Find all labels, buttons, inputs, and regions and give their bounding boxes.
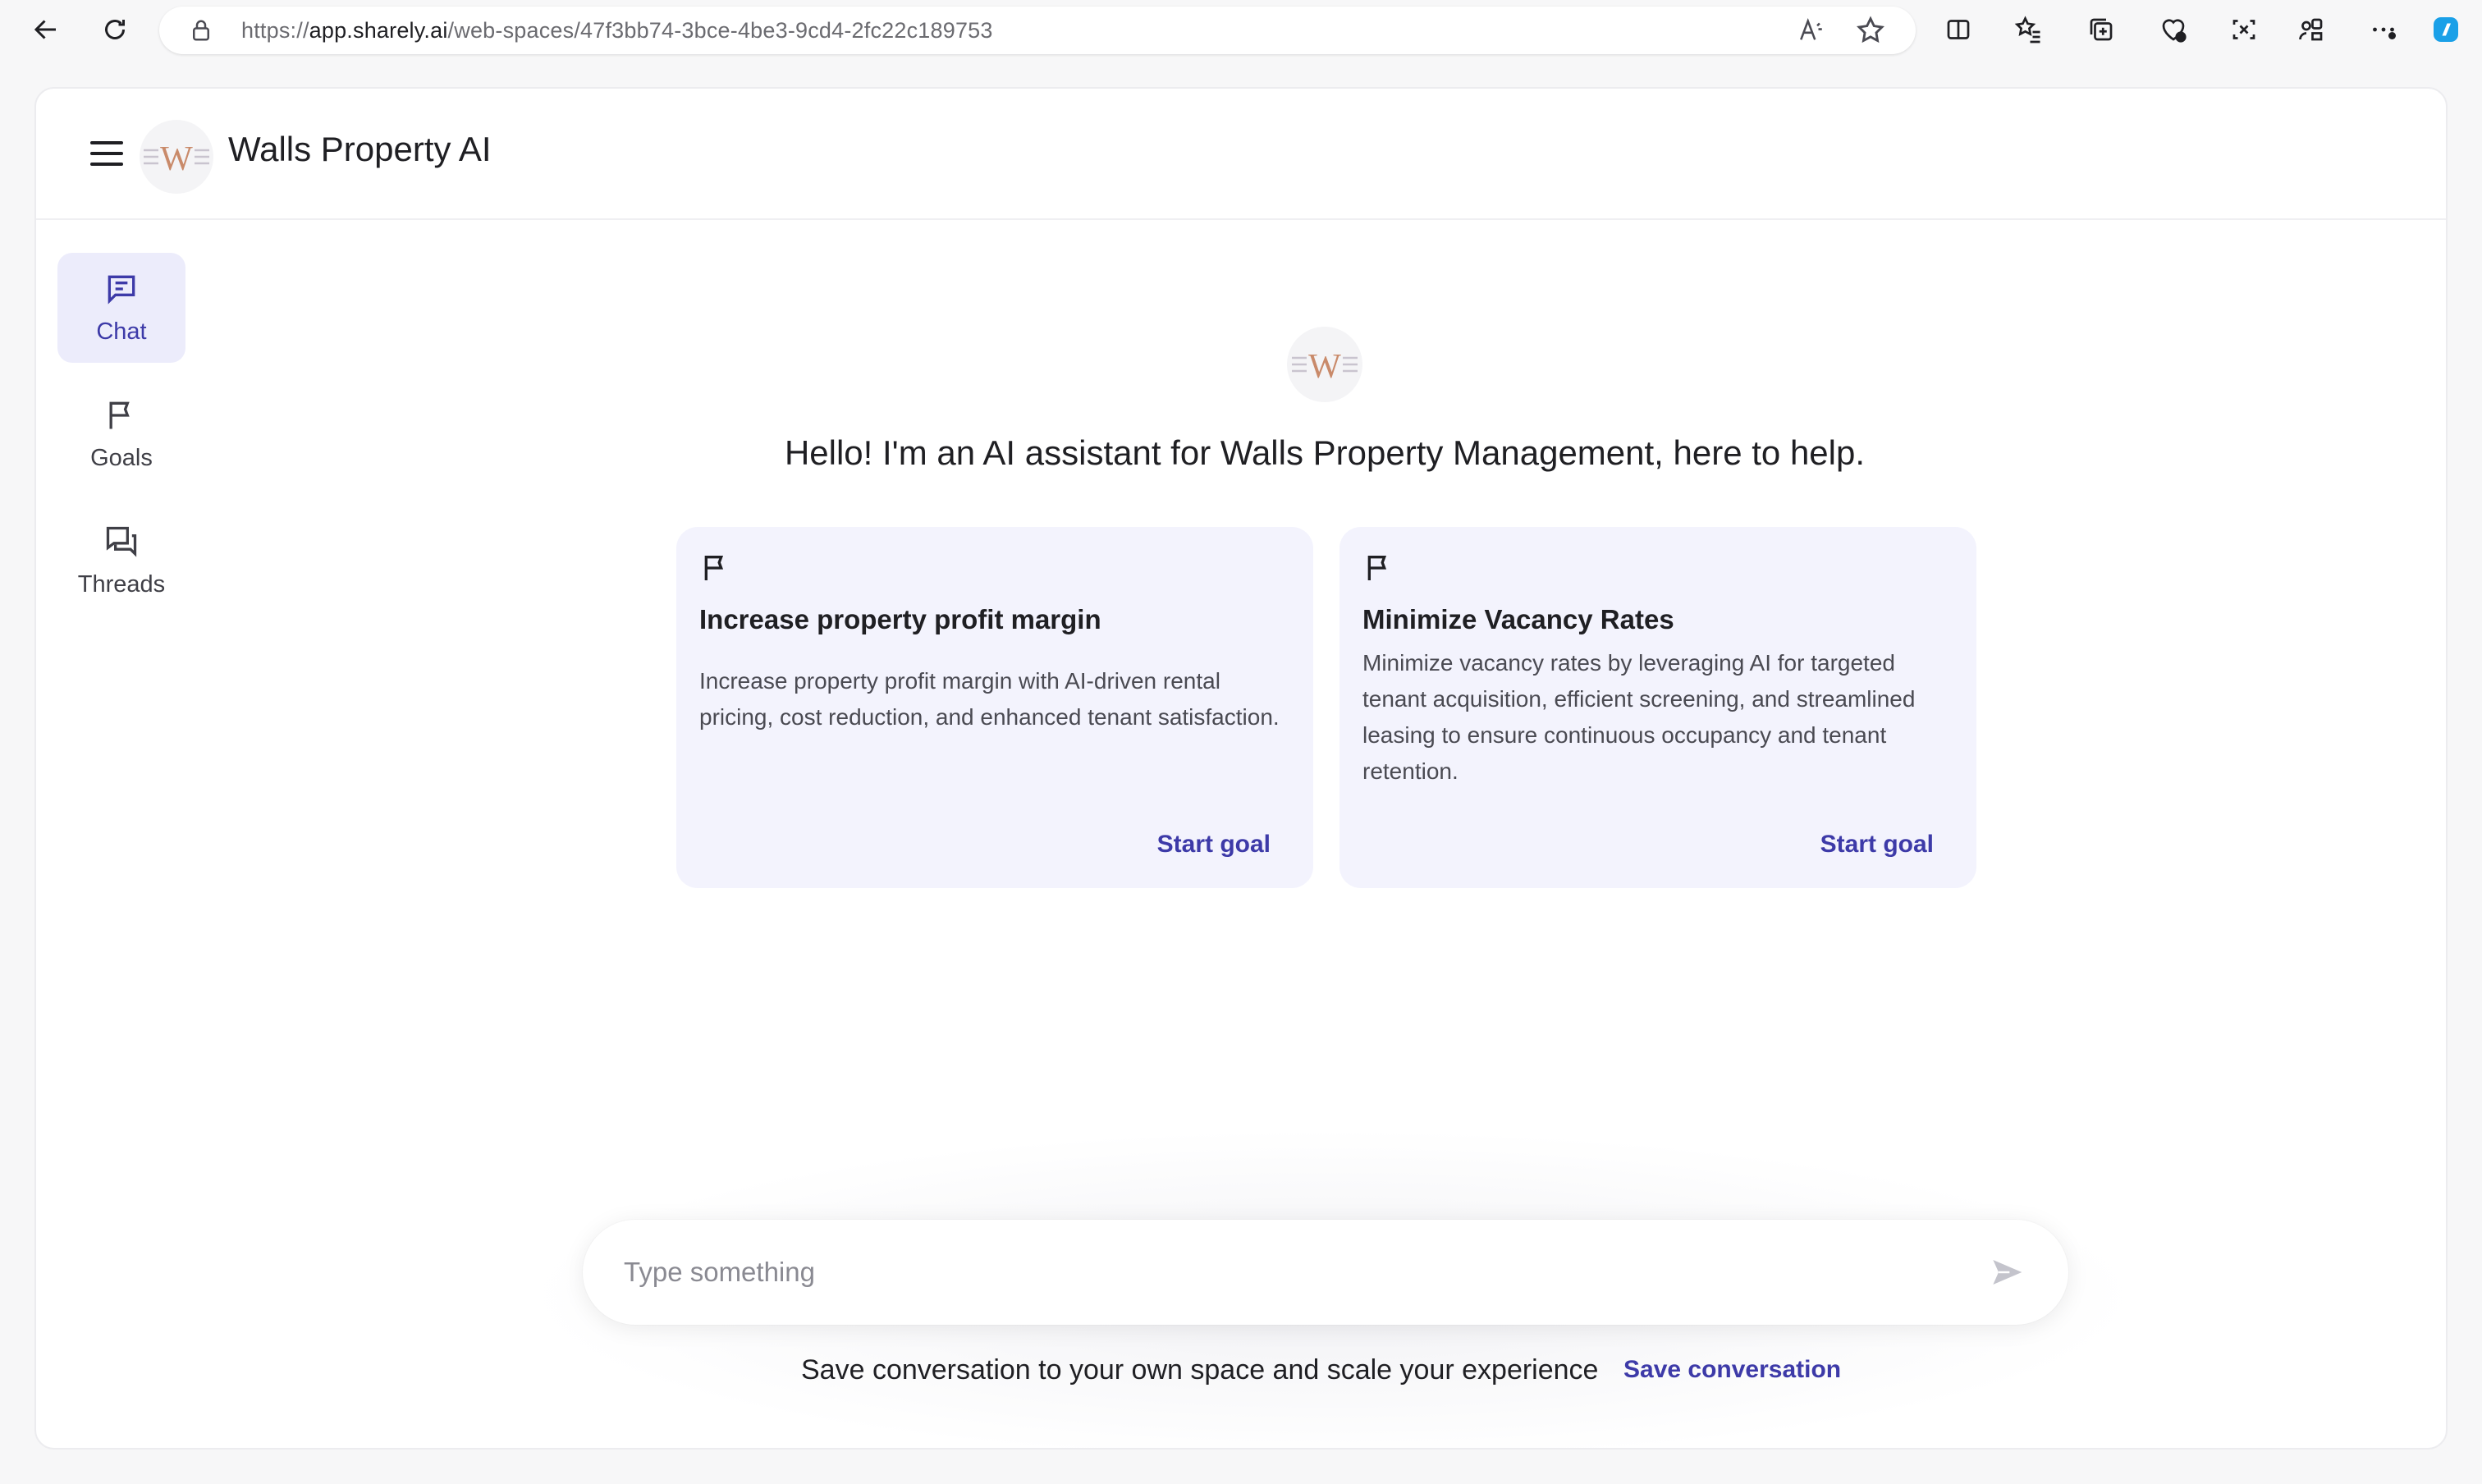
brand-logo: W	[140, 120, 213, 194]
collections-button[interactable]	[2081, 10, 2121, 49]
more-options-button[interactable]	[2364, 10, 2403, 49]
favorites-list-icon	[2014, 16, 2040, 44]
sidebar-item-label: Threads	[77, 570, 166, 598]
refresh-icon	[105, 20, 125, 39]
copilot-button[interactable]	[2426, 10, 2466, 49]
goal-description: Increase property profit margin with AI-…	[699, 668, 1280, 730]
flag-icon	[109, 401, 130, 428]
sidebar-item-label: Chat	[96, 318, 147, 345]
split-screen-button[interactable]	[1939, 10, 1978, 49]
favorite-star-icon[interactable]	[1855, 15, 1886, 46]
greeting-heading: Hello! I'm an AI assistant for Walls Pro…	[784, 433, 1866, 472]
save-prompt-text: Save conversation to your own space and …	[801, 1354, 1599, 1386]
app-window: W Walls Property AI Chat Goals Threads W…	[34, 87, 2448, 1450]
address-bar[interactable]: https://app.sharely.ai/web-spaces/47f3bb…	[159, 7, 1916, 54]
app-header: W Walls Property AI	[36, 89, 2446, 220]
save-conversation-link[interactable]: Save conversation	[1623, 1356, 1841, 1384]
screenshot-button[interactable]	[2224, 10, 2264, 49]
browser-essentials-button[interactable]	[2154, 10, 2193, 49]
sidebar-item-goals[interactable]: Goals	[57, 379, 185, 489]
message-input[interactable]	[624, 1220, 1970, 1325]
lock-icon	[193, 20, 209, 41]
flag-icon	[1367, 556, 1387, 580]
copilot-icon	[2434, 17, 2458, 42]
favorites-button[interactable]	[2009, 10, 2049, 49]
refresh-button[interactable]	[95, 10, 135, 49]
svg-text:W: W	[160, 140, 193, 178]
heart-pulse-icon	[2162, 19, 2187, 43]
sidebar-item-label: Goals	[90, 444, 153, 471]
read-aloud-icon[interactable]	[1797, 16, 1825, 44]
screenshot-icon	[2232, 20, 2255, 39]
more-dots-icon	[2373, 27, 2396, 39]
app-title: Walls Property AI	[228, 130, 492, 168]
sidebar-item-chat[interactable]: Chat	[57, 253, 185, 363]
w-logo-icon: W	[144, 140, 209, 178]
chat-icon	[108, 275, 135, 305]
goal-title: Increase property profit margin	[699, 604, 1101, 634]
menu-icon[interactable]	[90, 141, 123, 169]
flag-icon	[704, 556, 724, 580]
back-arrow-icon	[34, 20, 56, 39]
sidebar-item-threads[interactable]: Threads	[57, 506, 185, 616]
goal-description: Minimize vacancy rates by leveraging AI …	[1362, 650, 1916, 784]
goal-card[interactable]: Minimize Vacancy Rates Minimize vacancy …	[1339, 527, 1976, 888]
start-goal-button[interactable]: Start goal	[1820, 831, 1934, 859]
extensions-button[interactable]	[2292, 10, 2331, 49]
svg-text:W: W	[1308, 348, 1341, 386]
goal-card[interactable]: Increase property profit margin Increase…	[676, 527, 1313, 888]
message-composer	[583, 1220, 2068, 1325]
goal-title: Minimize Vacancy Rates	[1362, 604, 1674, 634]
collections-icon	[2090, 18, 2113, 41]
split-screen-icon	[1947, 20, 1970, 39]
send-icon[interactable]	[1988, 1256, 2026, 1289]
browser-toolbar: https://app.sharely.ai/web-spaces/47f3bb…	[0, 0, 2482, 59]
extensions-icon	[2299, 18, 2323, 41]
w-logo-icon: W	[1292, 348, 1358, 386]
assistant-logo: W	[1287, 327, 1362, 402]
url-text[interactable]: https://app.sharely.ai/web-spaces/47f3bb…	[241, 7, 993, 54]
back-button[interactable]	[26, 10, 66, 49]
start-goal-button[interactable]: Start goal	[1157, 831, 1271, 859]
threads-icon	[106, 526, 137, 557]
